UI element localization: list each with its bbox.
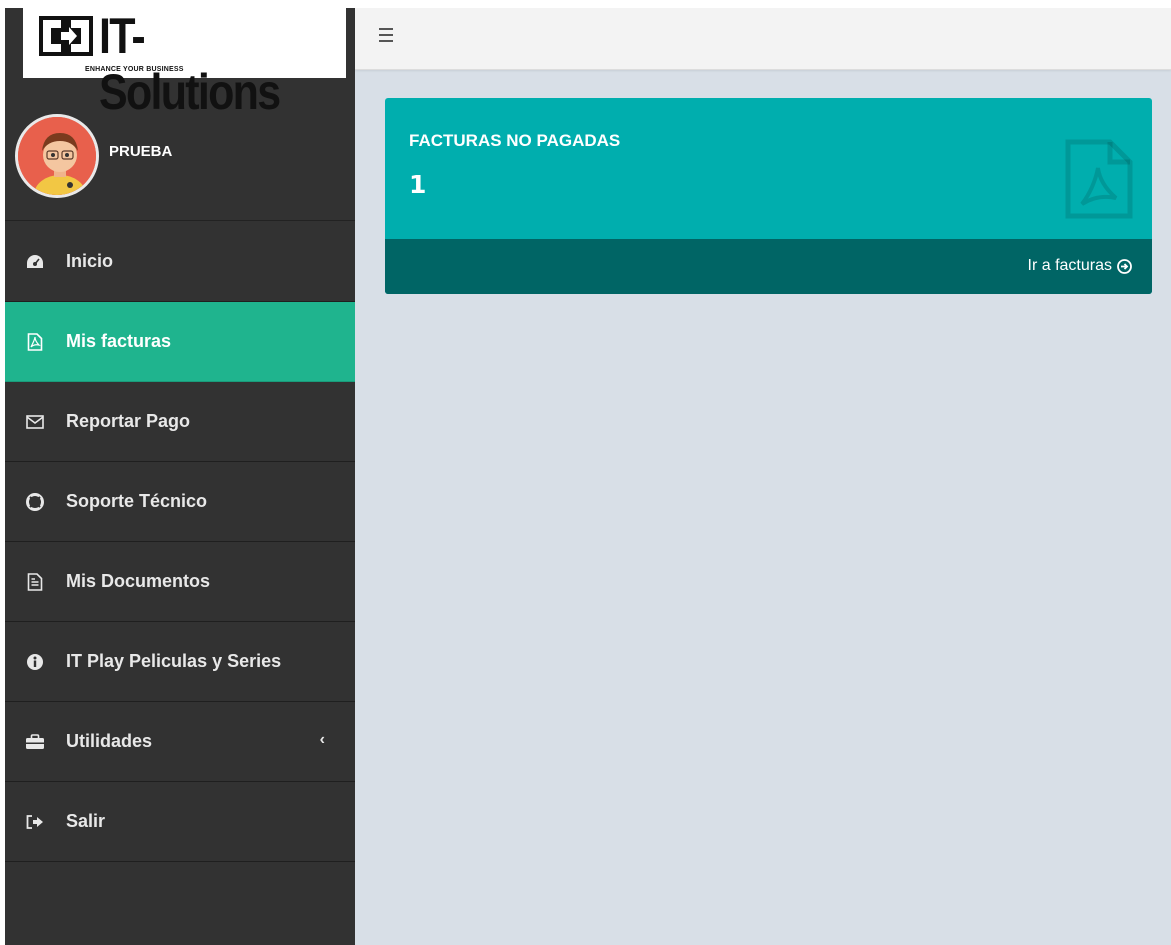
top-navbar xyxy=(355,8,1171,70)
sidebar-item-label: Mis facturas xyxy=(66,331,172,351)
sidebar-item-salir[interactable]: Salir xyxy=(5,782,355,862)
brand-tagline: ENHANCE YOUR BUSINESS xyxy=(85,66,184,73)
sidebar-item-reportar-pago[interactable]: Reportar Pago xyxy=(5,382,355,462)
pdf-file-icon xyxy=(25,332,45,352)
briefcase-icon xyxy=(25,732,45,752)
sidebar-item-label: Inicio xyxy=(66,251,114,271)
sidebar-item-mis-documentos[interactable]: Mis Documentos xyxy=(5,542,355,622)
card-footer-link[interactable]: Ir a facturas xyxy=(385,239,1152,294)
user-name: PRUEBA xyxy=(109,143,173,160)
sidebar-item-label: Reportar Pago xyxy=(66,411,191,431)
sidebar-item-label: Mis Documentos xyxy=(66,571,211,591)
user-panel: PRUEBA xyxy=(5,87,355,221)
unpaid-invoices-card: FACTURAS NO PAGADAS 1 Ir a facturas xyxy=(385,98,1152,294)
sidebar-item-label: Utilidades xyxy=(66,731,153,751)
sidebar-menu: Inicio Mis facturas Reportar Pago Soport… xyxy=(5,222,355,862)
envelope-icon xyxy=(25,412,45,432)
sidebar-item-it-play[interactable]: IT Play Peliculas y Series xyxy=(5,622,355,702)
menu-toggle-icon[interactable] xyxy=(379,28,395,42)
sidebar: IT-Solutions ENHANCE YOUR BUSINESS PRUEB… xyxy=(5,8,355,945)
brand-mark-icon xyxy=(39,16,93,56)
sidebar-item-label: Soporte Técnico xyxy=(66,491,208,511)
sign-out-icon xyxy=(25,812,45,832)
life-ring-icon xyxy=(25,492,45,512)
card-value: 1 xyxy=(409,170,427,199)
pdf-file-icon xyxy=(1065,139,1133,219)
sidebar-item-label: Salir xyxy=(66,811,106,831)
avatar xyxy=(15,114,99,198)
chevron-left-icon: ‹ xyxy=(319,731,325,748)
arrow-circle-right-icon xyxy=(1117,259,1132,274)
dashboard-icon xyxy=(25,252,45,272)
info-circle-icon xyxy=(25,652,45,672)
sidebar-item-soporte-tecnico[interactable]: Soporte Técnico xyxy=(5,462,355,542)
user-avatar-icon xyxy=(18,117,96,195)
sidebar-item-inicio[interactable]: Inicio xyxy=(5,222,355,302)
app-frame: IT-Solutions ENHANCE YOUR BUSINESS PRUEB… xyxy=(5,8,1171,945)
go-to-invoices-link[interactable]: Ir a facturas xyxy=(1028,257,1112,275)
document-icon xyxy=(25,572,45,592)
sidebar-item-utilidades[interactable]: Utilidades ‹ xyxy=(5,702,355,782)
sidebar-item-label: IT Play Peliculas y Series xyxy=(66,651,282,671)
card-title: FACTURAS NO PAGADAS xyxy=(409,131,621,150)
brand-logo[interactable]: IT-Solutions ENHANCE YOUR BUSINESS xyxy=(23,8,346,120)
sidebar-item-mis-facturas[interactable]: Mis facturas xyxy=(5,302,355,382)
logo-area[interactable]: IT-Solutions ENHANCE YOUR BUSINESS xyxy=(5,8,355,120)
